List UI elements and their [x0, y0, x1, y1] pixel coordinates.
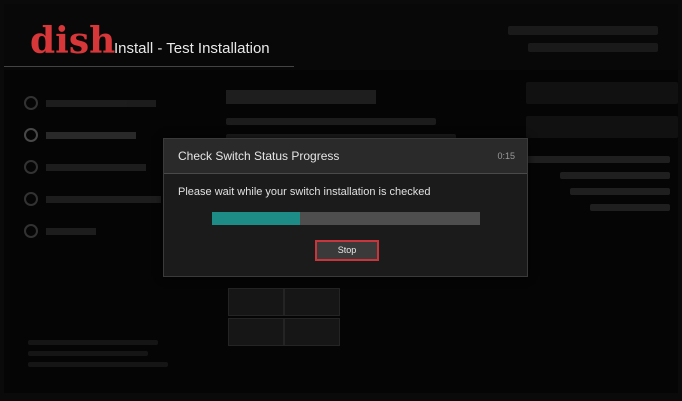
right-help-dimmed: [520, 156, 670, 220]
sidebar-note-dimmed: [28, 340, 168, 373]
sidebar-step-label-dimmed: [46, 227, 96, 235]
main-heading-dimmed: [226, 90, 376, 104]
sidebar-step-active[interactable]: [24, 128, 136, 142]
header: dish Install - Test Installation: [4, 4, 678, 70]
sidebar-step-label-dimmed: [46, 99, 156, 107]
sidebar-step[interactable]: [24, 96, 156, 110]
header-divider: [4, 66, 294, 67]
progress-bar-fill: [212, 212, 301, 225]
dish-logo: dish: [30, 20, 116, 62]
circle-step-icon: [24, 192, 38, 206]
dialog-message: Please wait while your switch installati…: [178, 186, 431, 198]
sidebar-step-label-dimmed: [46, 195, 161, 203]
tv-screen: dish Install - Test Installation Check S…: [4, 4, 678, 393]
dialog-title: Check Switch Status Progress: [178, 149, 340, 163]
right-panel-dimmed: [526, 82, 678, 150]
page-title: Install - Test Installation: [114, 40, 270, 57]
steps-sidebar: [4, 70, 184, 393]
dialog-timer: 0:15: [497, 151, 515, 161]
circle-step-icon: [24, 160, 38, 174]
progress-bar: [212, 212, 480, 225]
sidebar-step-label-dimmed: [46, 163, 146, 171]
dialog-header: Check Switch Status Progress 0:15: [164, 139, 527, 174]
results-table-dimmed: [228, 288, 340, 346]
header-info-dimmed: [508, 26, 658, 60]
circle-step-icon: [24, 224, 38, 238]
circle-step-icon: [24, 96, 38, 110]
circle-step-icon: [24, 128, 38, 142]
stop-button[interactable]: Stop: [315, 240, 379, 261]
sidebar-step[interactable]: [24, 160, 146, 174]
check-switch-dialog: Check Switch Status Progress 0:15 Please…: [163, 138, 528, 277]
sidebar-step[interactable]: [24, 192, 161, 206]
sidebar-step[interactable]: [24, 224, 96, 238]
sidebar-step-label-dimmed: [46, 131, 136, 139]
